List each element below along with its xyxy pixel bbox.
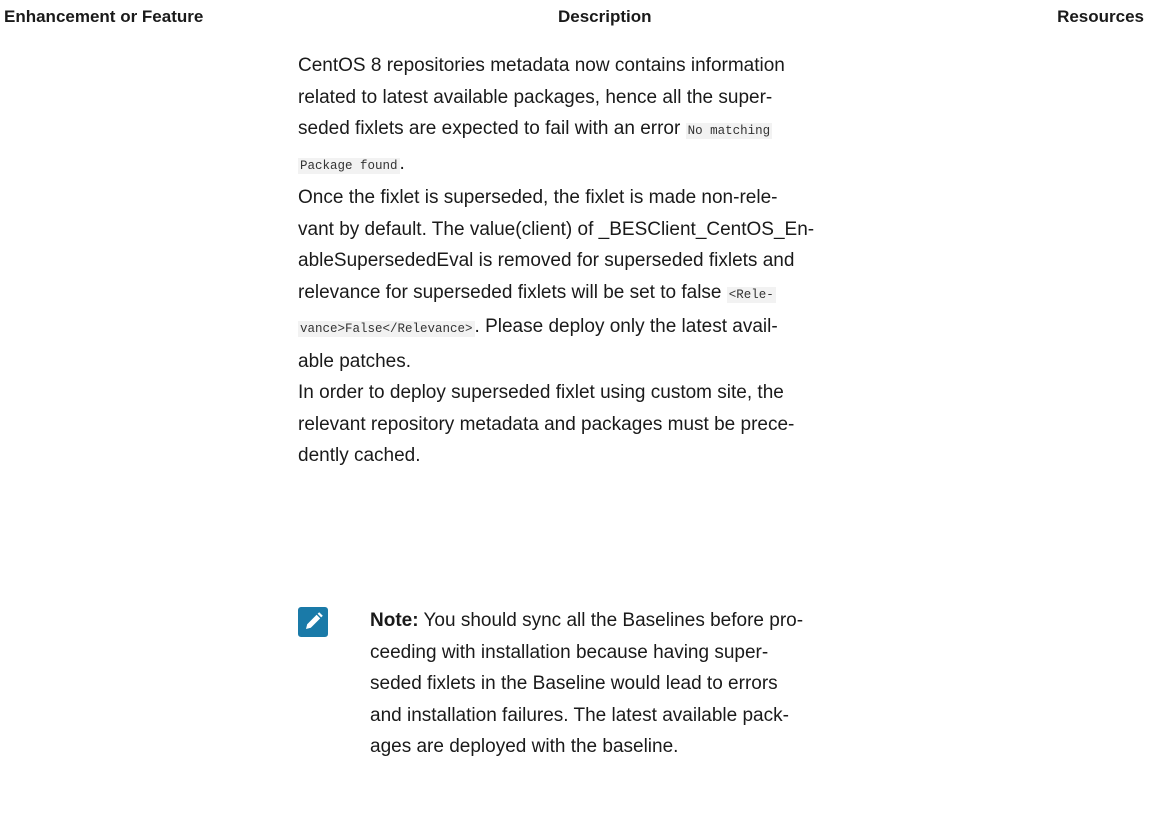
code-error-message-cont: Package found — [298, 157, 400, 174]
desc-line: dently cached. — [298, 445, 421, 466]
code-relevance-cont: vance>False</Relevance> — [298, 321, 475, 337]
desc-line: related to latest available packages, he… — [298, 86, 773, 108]
desc-text: seded fixlets are expected to fail with … — [298, 118, 686, 139]
column-header-description: Description — [558, 7, 652, 26]
desc-line: Once the fixlet is superseded, the fixle… — [298, 187, 778, 208]
note-line: ceeding with installation because having… — [370, 641, 769, 663]
desc-text: . — [399, 152, 405, 174]
desc-line: Package found. — [298, 148, 958, 183]
desc-line: relevant repository metadata and package… — [298, 413, 795, 435]
desc-text: relevance for superseded fixlets will be… — [298, 281, 727, 303]
note-line: Note: You should sync all the Baselines … — [370, 605, 803, 637]
pencil-note-icon — [298, 607, 328, 637]
desc-line: In order to deploy superseded fixlet usi… — [298, 382, 784, 403]
column-header-resources: Resources — [1057, 7, 1144, 26]
note-text: Note: You should sync all the Baselines … — [370, 605, 803, 763]
code-error-message: No matching — [685, 123, 773, 139]
note-line: and installation failures. The latest av… — [370, 704, 789, 726]
note-line: ages are deployed with the baseline. — [370, 736, 679, 757]
column-header-feature: Enhancement or Feature — [4, 7, 204, 26]
desc-line: vant by default. The value(client) of _B… — [298, 218, 815, 240]
note-text-start: You should sync all the Baselines before… — [418, 610, 804, 631]
desc-line: relevance for superseded fixlets will be… — [298, 277, 958, 312]
desc-line: seded fixlets are expected to fail with … — [298, 113, 958, 148]
desc-text: . Please deploy only the latest avail- — [474, 316, 778, 337]
note-line: seded fixlets in the Baseline would lead… — [370, 673, 778, 694]
note-label: Note: — [370, 610, 419, 631]
description-cell: CentOS 8 repositories metadata now conta… — [298, 50, 958, 472]
desc-line: able patches. — [298, 350, 412, 372]
desc-line: ableSupersededEval is removed for supers… — [298, 250, 795, 271]
desc-line: vance>False</Relevance>. Please deploy o… — [298, 311, 958, 346]
code-relevance: <Rele- — [726, 286, 776, 303]
desc-line: CentOS 8 repositories metadata now conta… — [298, 55, 785, 76]
